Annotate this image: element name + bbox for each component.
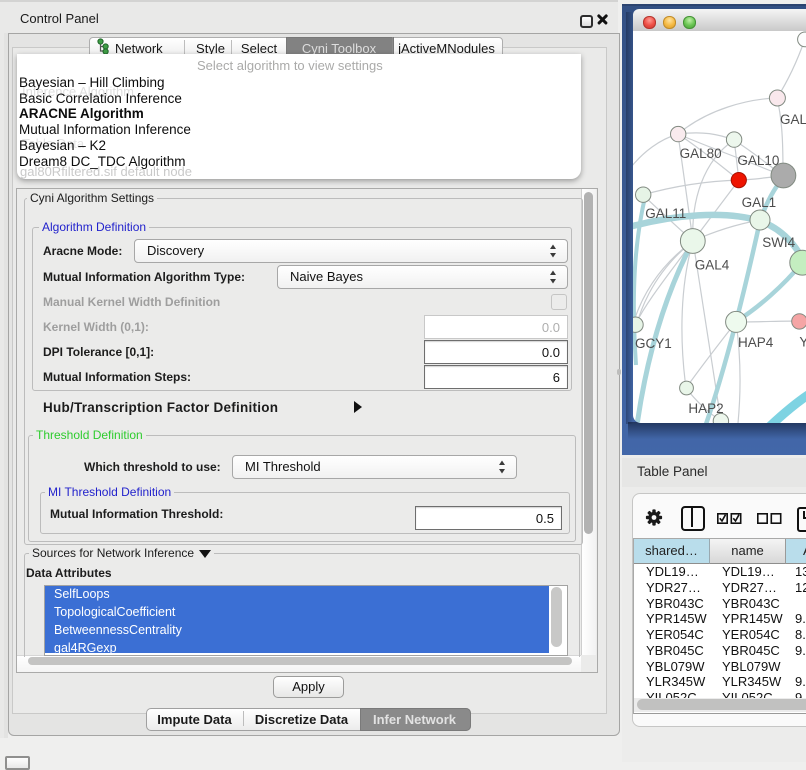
svg-text:GAL80: GAL80 [680,146,722,161]
svg-text:HAP2: HAP2 [688,401,723,416]
svg-text:SWI4: SWI4 [762,235,795,250]
svg-text:GAL1: GAL1 [742,195,777,210]
svg-text:Y: Y [799,335,806,350]
svg-text:GAL4: GAL4 [695,258,730,273]
svg-text:GCY1: GCY1 [635,336,672,351]
svg-text:HAP4: HAP4 [738,335,774,350]
svg-text:GAL11: GAL11 [645,206,686,221]
svg-text:GAL7: GAL7 [780,112,806,127]
svg-text:GAL10: GAL10 [737,153,779,168]
